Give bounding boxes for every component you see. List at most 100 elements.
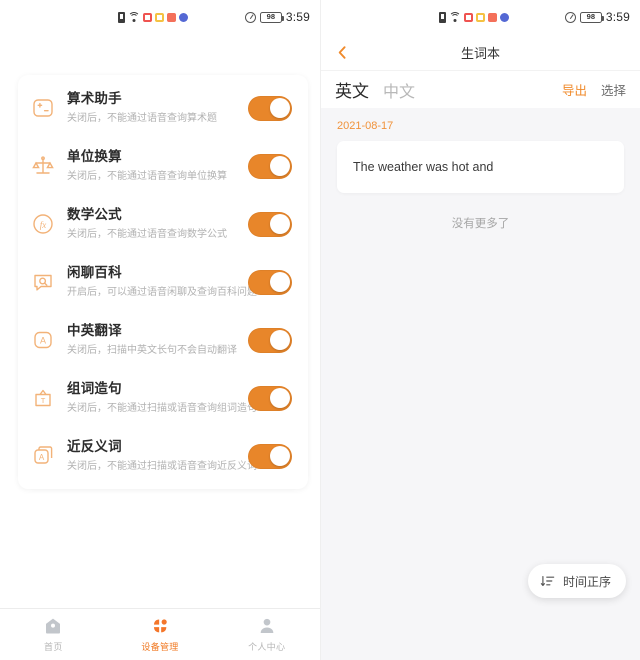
battery-level: 98 — [586, 12, 596, 22]
setting-texts: 算术助手 关闭后，不能通过语音查询算术题 — [67, 90, 237, 126]
tab-device-management[interactable]: 设备管理 — [107, 616, 214, 653]
svg-text:fx: fx — [40, 220, 47, 230]
battery-icon: 98 — [259, 11, 284, 23]
tab-home[interactable]: 首页 — [0, 616, 107, 653]
export-button[interactable]: 导出 — [562, 80, 587, 99]
setting-row[interactable]: T 组词造句 关闭后，不能通过扫描或语音查询组词造句 — [18, 369, 308, 427]
setting-texts: 单位换算 关闭后，不能通过语音查询单位换算 — [67, 148, 237, 184]
status-bar-left: 98 3:59 — [0, 0, 320, 34]
setting-texts: 近反义词 关闭后，不能通过扫描或语音查询近反义词 — [67, 438, 257, 474]
balance-scale-icon — [30, 153, 56, 179]
device-grid-icon — [150, 616, 170, 636]
app-blue-icon — [179, 12, 188, 22]
tab-personal-label: 个人中心 — [248, 642, 286, 652]
app-yellow-icon — [155, 12, 164, 22]
setting-row[interactable]: fx 数学公式 关闭后，不能通过语音查询数学公式 — [18, 195, 308, 253]
no-more-label: 没有更多了 — [451, 218, 510, 230]
setting-toggle[interactable] — [248, 269, 292, 295]
formula-fx-icon: fx — [30, 211, 56, 237]
setting-toggle[interactable] — [248, 211, 292, 237]
tab-chinese[interactable]: 中文 — [383, 78, 415, 102]
setting-row[interactable]: 闲聊百科 开启后，可以通过语音闲聊及查询百科问题 — [18, 253, 308, 311]
setting-row[interactable]: 算术助手 关闭后，不能通过语音查询算术题 — [18, 79, 308, 137]
status-bar-right-icons: 98 3:59 — [564, 10, 630, 24]
setting-title: 中英翻译 — [67, 322, 122, 338]
setting-subtitle: 关闭后，扫描中英文长句不会自动翻译 — [67, 345, 237, 357]
setting-toggle[interactable] — [248, 95, 292, 121]
plus-minus-icon — [30, 95, 56, 121]
setting-subtitle: 关闭后，不能通过扫描或语音查询近反义词 — [67, 461, 257, 473]
toggle-knob — [269, 330, 290, 350]
setting-toggle[interactable] — [248, 327, 292, 353]
setting-title: 近反义词 — [67, 438, 122, 454]
speedometer-icon — [564, 11, 576, 23]
setting-toggle[interactable] — [248, 385, 292, 411]
setting-title: 数学公式 — [67, 206, 122, 222]
setting-toggle[interactable] — [248, 153, 292, 179]
setting-subtitle: 关闭后，不能通过语音查询算术题 — [67, 113, 217, 125]
app-red-icon — [143, 12, 152, 22]
svg-text:T: T — [41, 396, 46, 405]
setting-subtitle: 开启后，可以通过语音闲聊及查询百科问题 — [67, 287, 257, 299]
setting-row[interactable]: 单位换算 关闭后，不能通过语音查询单位换算 — [18, 137, 308, 195]
toggle-knob — [269, 272, 290, 292]
status-bar-right: 98 3:59 — [321, 0, 640, 34]
page-title: 生词本 — [460, 45, 500, 61]
setting-subtitle: 关闭后，不能通过语音查询单位换算 — [67, 171, 227, 183]
status-bar-clock: 3:59 — [285, 10, 310, 24]
setting-title: 闲聊百科 — [67, 264, 122, 280]
setting-texts: 数学公式 关闭后，不能通过语音查询数学公式 — [67, 206, 237, 242]
dual-screenshot-container: 98 3:59 算术助手 关闭后，不能通过语音查询算术题 单位换算 关闭后，不能… — [0, 0, 640, 660]
document-icon — [118, 11, 125, 23]
toggle-knob — [269, 98, 290, 118]
app-red-icon — [463, 12, 473, 22]
wifi-icon — [448, 11, 461, 23]
tab-device-label: 设备管理 — [141, 642, 179, 652]
tab-personal-center[interactable]: 个人中心 — [213, 616, 320, 653]
setting-subtitle: 关闭后，不能通过语音查询数学公式 — [67, 229, 227, 241]
translate-a-icon: A — [30, 327, 56, 353]
status-bar-left-icons — [438, 11, 509, 23]
left-phone-screen: 98 3:59 算术助手 关闭后，不能通过语音查询算术题 单位换算 关闭后，不能… — [0, 0, 320, 660]
setting-title: 算术助手 — [67, 90, 122, 106]
toggle-knob — [269, 156, 290, 176]
app-orange-icon — [167, 12, 176, 22]
nav-bar: 生词本 — [321, 34, 640, 70]
vocabulary-list: 2021-08-17 The weather was hot and 没有更多了 — [321, 108, 640, 231]
bottom-tab-bar: 首页 设备管理 个人中心 — [0, 608, 320, 660]
vocabulary-entry-card[interactable]: The weather was hot and — [337, 141, 624, 193]
language-tab-bar: 英文 中文 导出 选择 — [321, 70, 640, 108]
feature-settings-card: 算术助手 关闭后，不能通过语音查询算术题 单位换算 关闭后，不能通过语音查询单位… — [18, 75, 308, 489]
app-blue-icon — [499, 12, 509, 22]
setting-row[interactable]: A 近反义词 关闭后，不能通过扫描或语音查询近反义词 — [18, 427, 308, 485]
word-build-icon: T — [30, 385, 56, 411]
setting-texts: 中英翻译 关闭后，扫描中英文长句不会自动翻译 — [67, 322, 237, 358]
toggle-knob — [269, 388, 290, 408]
sort-order-label: 时间正序 — [562, 574, 611, 589]
person-icon — [257, 616, 277, 636]
svg-text:A: A — [40, 336, 46, 346]
sort-order-button[interactable]: 时间正序 — [527, 564, 626, 598]
chat-search-icon — [30, 269, 56, 295]
toggle-knob — [269, 446, 290, 466]
entry-date: 2021-08-17 — [337, 120, 394, 132]
setting-subtitle: 关闭后，不能通过扫描或语音查询组词造句 — [67, 403, 257, 415]
select-button[interactable]: 选择 — [601, 80, 626, 99]
setting-title: 组词造句 — [67, 380, 122, 396]
speedometer-icon — [244, 11, 256, 23]
chevron-left-icon[interactable] — [333, 43, 351, 61]
tab-english[interactable]: 英文 — [335, 77, 369, 102]
setting-toggle[interactable] — [248, 443, 292, 469]
toggle-knob — [269, 214, 290, 234]
setting-row[interactable]: A 中英翻译 关闭后，扫描中英文长句不会自动翻译 — [18, 311, 308, 369]
setting-texts: 闲聊百科 开启后，可以通过语音闲聊及查询百科问题 — [67, 264, 257, 300]
status-bar-left-icons — [118, 11, 188, 23]
right-phone-screen: 98 3:59 生词本 英文 中文 导出 选择 2021-08-17 The w… — [320, 0, 640, 660]
wifi-icon — [128, 11, 140, 23]
entry-text: The weather was hot and — [353, 160, 494, 174]
app-orange-icon — [487, 12, 497, 22]
home-icon — [43, 616, 63, 636]
setting-title: 单位换算 — [67, 148, 122, 164]
sort-ascending-icon — [540, 574, 556, 588]
battery-level: 98 — [266, 12, 276, 22]
